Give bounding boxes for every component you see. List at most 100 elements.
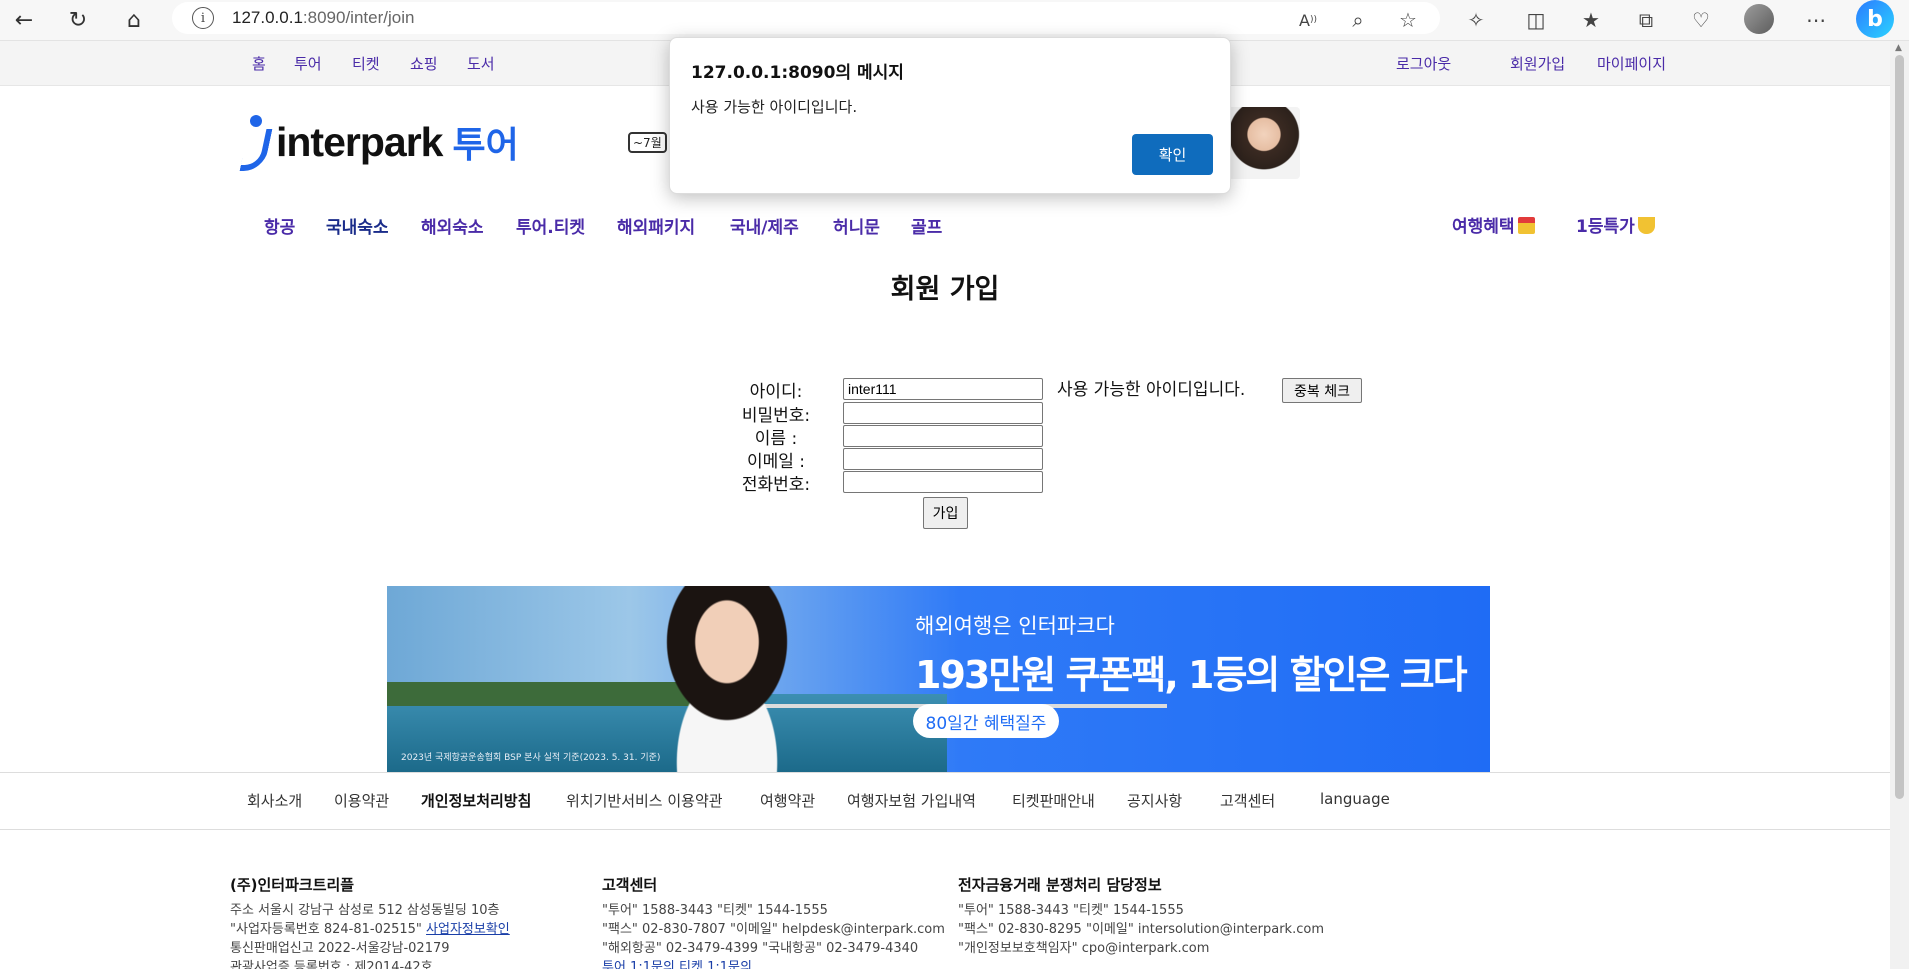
- topbar-link-books[interactable]: 도서: [467, 53, 495, 74]
- scroll-up-arrow-icon[interactable]: ▲: [1895, 43, 1902, 53]
- gnb-item-domestic-jeju[interactable]: 국내/제주: [730, 213, 799, 238]
- gnb-item-domestic-stay[interactable]: 국내숙소: [326, 213, 389, 238]
- gnb-item-tour-ticket[interactable]: 투어.티켓: [516, 213, 585, 238]
- footer-dispute-line3: "개인정보보호책임자" cpo@interpark.com: [958, 941, 1210, 956]
- id-input[interactable]: [843, 378, 1043, 400]
- footer-mailorder: 통신판매업신고 2022-서울강남-02179: [230, 941, 450, 956]
- back-arrow-icon[interactable]: ←: [8, 4, 40, 36]
- read-aloud-icon[interactable]: A)): [1292, 4, 1324, 36]
- name-label: 이름 :: [754, 429, 798, 449]
- address-bar[interactable]: i 127.0.0.1:8090/inter/join: [172, 2, 1440, 34]
- password-input[interactable]: [843, 402, 1043, 424]
- gnb-item-overseas-stay[interactable]: 해외숙소: [421, 213, 484, 238]
- zoom-out-icon[interactable]: ⌕: [1342, 4, 1374, 36]
- banner-headline: 해외여행은 인터파크다: [915, 614, 1115, 638]
- interpark-figure-icon: [239, 115, 273, 171]
- email-label: 이메일 :: [746, 452, 806, 472]
- footer-link-notice[interactable]: 공지사항: [1127, 790, 1182, 811]
- footer-link-ticket-info[interactable]: 티켓판매안내: [1012, 790, 1095, 811]
- id-available-message: 사용 가능한 아이디입니다.: [1057, 380, 1246, 400]
- duplicate-check-button[interactable]: 중복 체크: [1282, 378, 1362, 403]
- banner-cta-pill[interactable]: 80일간 혜택질주: [913, 704, 1059, 738]
- footer-cs-line2: "팩스" 02-830-7807 "이메일" helpdesk@interpar…: [602, 922, 945, 937]
- top-deals-label: 1등특가: [1576, 217, 1635, 237]
- topbar-link-ticket[interactable]: 티켓: [352, 53, 380, 74]
- footer-link-insurance[interactable]: 여행자보험 가입내역: [847, 790, 976, 811]
- footer-link-cs[interactable]: 고객센터: [1220, 790, 1275, 811]
- id-label: 아이디:: [749, 382, 803, 402]
- gift-icon: [1517, 217, 1535, 234]
- footer-company-info: (주)인터파크트리플 주소 서울시 강남구 삼성로 512 삼성동빌딩 10층 …: [230, 874, 510, 969]
- collections-icon[interactable]: ⧉: [1630, 4, 1662, 36]
- star-icon[interactable]: ☆: [1392, 4, 1424, 36]
- page-scrollbar[interactable]: ▲: [1890, 41, 1909, 969]
- promo-model-image[interactable]: [1228, 107, 1300, 179]
- topbar-link-tour[interactable]: 투어: [294, 53, 322, 74]
- trophy-icon: [1637, 217, 1655, 234]
- gnb-travel-benefits[interactable]: 여행혜택: [1452, 212, 1535, 237]
- dialog-message: 사용 가능한 아이디입니다.: [691, 98, 858, 116]
- url-path: :8090/inter/join: [302, 8, 415, 27]
- name-input[interactable]: [843, 425, 1043, 447]
- footer-dispute-line2: "팩스" 02-830-8295 "이메일" intersolution@int…: [958, 922, 1324, 937]
- url-text: 127.0.0.1:8090/inter/join: [232, 8, 414, 28]
- footer-link-terms[interactable]: 이용약관: [334, 790, 389, 811]
- topbar-link-logout[interactable]: 로그아웃: [1396, 53, 1451, 74]
- footer-cs-title: 고객센터: [602, 876, 658, 894]
- logo-tour: 투어: [452, 125, 519, 166]
- banner-fine-print: 2023년 국제항공운송협회 BSP 본사 실적 기준(2023. 5. 31.…: [401, 753, 661, 763]
- phone-label: 전화번호:: [741, 475, 811, 495]
- interpark-tour-logo[interactable]: interpark 투어: [239, 115, 519, 171]
- footer-address: 주소 서울시 강남구 삼성로 512 삼성동빌딩 10층: [230, 903, 500, 918]
- gnb-top-deals[interactable]: 1등특가: [1576, 212, 1655, 237]
- dialog-ok-button[interactable]: 확인: [1132, 134, 1213, 175]
- footer-bizno: "사업자등록번호 824-81-02515": [230, 922, 427, 937]
- footer-link-company[interactable]: 회사소개: [247, 790, 302, 811]
- phone-input[interactable]: [843, 471, 1043, 493]
- footer-link-language[interactable]: language: [1320, 790, 1390, 808]
- gnb-item-golf[interactable]: 골프: [911, 213, 942, 238]
- more-icon[interactable]: ⋯: [1800, 4, 1832, 36]
- url-host: 127.0.0.1: [232, 8, 303, 27]
- page-title: 회원 가입: [890, 274, 1000, 305]
- split-screen-icon[interactable]: ◫: [1520, 4, 1552, 36]
- email-input[interactable]: [843, 448, 1043, 470]
- gnb-item-flight[interactable]: 항공: [264, 213, 295, 238]
- topbar-link-home[interactable]: 홈: [252, 53, 266, 74]
- topbar-link-shopping[interactable]: 쇼핑: [410, 53, 438, 74]
- footer-nav: 회사소개 이용약관 개인정보처리방침 위치기반서비스 이용약관 여행약관 여행자…: [0, 772, 1890, 830]
- footer-link-travel-terms[interactable]: 여행약관: [760, 790, 815, 811]
- topbar-link-mypage[interactable]: 마이페이지: [1597, 53, 1666, 74]
- footer-tourism: 관광사업증 등록번호 : 제2014-42호: [230, 960, 433, 969]
- browser-toolbar: ← ↻ ⌂ i 127.0.0.1:8090/inter/join A)) ⌕ …: [0, 0, 1909, 41]
- favorites-icon[interactable]: ★: [1575, 4, 1607, 36]
- footer-inquiry-links[interactable]: 투어 1:1문의 티켓 1:1문의: [602, 958, 945, 969]
- password-label: 비밀번호:: [741, 406, 811, 426]
- copilot-icon[interactable]: b: [1856, 0, 1894, 38]
- puzzle-icon[interactable]: ✧: [1460, 4, 1492, 36]
- submit-join-button[interactable]: 가입: [923, 497, 968, 529]
- footer-customer-center: 고객센터 "투어" 1588-3443 "티켓" 1544-1555 "팩스" …: [602, 874, 945, 969]
- scrollbar-thumb[interactable]: [1895, 55, 1904, 799]
- topbar-link-signup[interactable]: 회원가입: [1510, 53, 1565, 74]
- business-info-link[interactable]: 사업자정보확인: [426, 922, 510, 937]
- search-hint[interactable]: ~7월: [628, 132, 667, 153]
- footer-dispute-line1: "투어" 1588-3443 "티켓" 1544-1555: [958, 903, 1184, 918]
- logo-word: interpark: [276, 118, 443, 165]
- browser-essentials-icon[interactable]: ♡: [1685, 4, 1717, 36]
- dialog-title: 127.0.0.1:8090의 메시지: [691, 63, 904, 83]
- gnb-item-overseas-package[interactable]: 해외패키지: [617, 213, 695, 238]
- home-icon[interactable]: ⌂: [118, 4, 150, 36]
- promo-banner[interactable]: 해외여행은 인터파크다 193만원 쿠폰팩, 1등의 할인은 크다 80일간 혜…: [387, 586, 1490, 772]
- profile-avatar[interactable]: [1744, 4, 1774, 34]
- footer-company-title: (주)인터파크트리플: [230, 876, 355, 894]
- travel-benefits-label: 여행혜택: [1452, 217, 1515, 237]
- footer-dispute-title: 전자금융거래 분쟁처리 담당정보: [958, 876, 1162, 894]
- gnb-item-honeymoon[interactable]: 허니문: [833, 213, 880, 238]
- footer-dispute-info: 전자금융거래 분쟁처리 담당정보 "투어" 1588-3443 "티켓" 154…: [958, 874, 1324, 958]
- refresh-icon[interactable]: ↻: [62, 4, 94, 36]
- info-icon[interactable]: i: [192, 7, 214, 29]
- footer-link-location-terms[interactable]: 위치기반서비스 이용약관: [566, 790, 723, 811]
- footer-link-privacy[interactable]: 개인정보처리방침: [421, 790, 531, 811]
- banner-subheadline: 193만원 쿠폰팩, 1등의 할인은 크다: [915, 653, 1468, 697]
